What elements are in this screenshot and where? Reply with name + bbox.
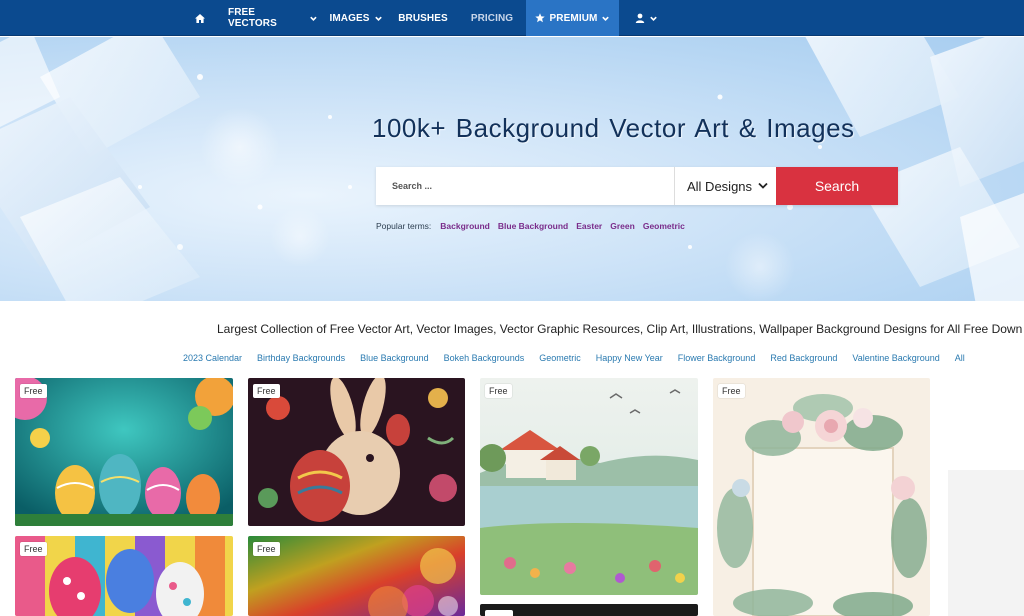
tag-link[interactable]: Red Background: [770, 353, 837, 365]
nav-label: PREMIUM: [549, 12, 598, 24]
collection-tagline: Largest Collection of Free Vector Art, V…: [217, 322, 1023, 336]
popular-term-link[interactable]: Blue Background: [498, 221, 568, 231]
free-badge: Free: [485, 384, 512, 398]
tag-link[interactable]: Geometric: [539, 353, 581, 365]
page: { "nav": { "items": [ {"label": "", "ico…: [0, 0, 1024, 616]
home-icon: [195, 13, 205, 23]
tag-link[interactable]: Bokeh Backgrounds: [444, 353, 525, 365]
bunny-illustration-image: [248, 378, 465, 526]
image-card[interactable]: Free: [248, 378, 465, 526]
tag-link[interactable]: Valentine Background: [852, 353, 939, 365]
nav-premium[interactable]: PREMIUM: [526, 0, 619, 36]
free-badge: Free: [718, 384, 745, 398]
select-value: All Designs: [687, 178, 753, 194]
popular-terms-label: Popular terms:: [376, 221, 432, 231]
tag-link[interactable]: Blue Background: [360, 353, 429, 365]
top-navbar: FREE VECTORS IMAGES BRUSHES PRICING PREM…: [0, 0, 1024, 36]
chevron-down-icon: [602, 16, 610, 21]
hero-banner: 100k+ Background Vector Art & Images All…: [0, 37, 1024, 301]
nav-label: BRUSHES: [398, 12, 448, 24]
image-card[interactable]: [480, 604, 698, 616]
free-badge: Free: [20, 542, 47, 556]
image-card[interactable]: Free: [15, 378, 233, 526]
tag-link[interactable]: Happy New Year: [596, 353, 663, 365]
nav-label: IMAGES: [329, 12, 370, 24]
striped-eggs-image: [15, 536, 233, 616]
nav-label: FREE VECTORS: [228, 7, 277, 29]
nav-account[interactable]: [628, 0, 664, 36]
popular-terms: Popular terms: Background Blue Backgroun…: [376, 220, 693, 232]
design-type-select[interactable]: All Designs: [674, 167, 776, 205]
watercolor-cottage-image: [480, 378, 698, 595]
chevron-down-icon: [310, 16, 317, 21]
popular-term-link[interactable]: Easter: [576, 221, 602, 231]
side-ad-panel: [948, 470, 1024, 616]
image-card[interactable]: Free: [15, 536, 233, 616]
free-badge: Free: [20, 384, 47, 398]
nav-free-vectors[interactable]: FREE VECTORS: [228, 0, 318, 36]
easter-eggs-image: [15, 378, 233, 526]
image-card[interactable]: Free: [713, 378, 930, 616]
star-icon: [534, 13, 545, 23]
floral-frame-image: [713, 378, 930, 616]
nav-images[interactable]: IMAGES: [326, 0, 386, 36]
tag-link[interactable]: Birthday Backgrounds: [257, 353, 345, 365]
search-button[interactable]: Search: [776, 167, 898, 205]
chevron-down-icon: [374, 16, 382, 21]
hero-title: 100k+ Background Vector Art & Images: [372, 113, 855, 143]
search-bar: All Designs Search: [376, 167, 898, 205]
tag-link[interactable]: All: [955, 353, 965, 365]
image-card[interactable]: Free: [480, 378, 698, 595]
tag-link[interactable]: 2023 Calendar: [183, 353, 242, 365]
popular-term-link[interactable]: Green: [610, 221, 635, 231]
nav-brushes[interactable]: BRUSHES: [396, 0, 450, 36]
popular-term-link[interactable]: Geometric: [643, 221, 685, 231]
chevron-down-icon: [758, 182, 768, 189]
category-tags: 2023 Calendar Birthday Backgrounds Blue …: [183, 353, 980, 365]
search-input[interactable]: [376, 167, 674, 205]
tag-link[interactable]: Flower Background: [678, 353, 756, 365]
free-badge: Free: [253, 384, 280, 398]
free-badge: Free: [253, 542, 280, 556]
nav-home[interactable]: [186, 0, 214, 36]
nav-label: PRICING: [470, 12, 514, 24]
nav-pricing[interactable]: PRICING: [466, 0, 518, 36]
free-badge: [485, 610, 513, 616]
chevron-down-icon: [649, 16, 657, 21]
popular-term-link[interactable]: Background: [440, 221, 490, 231]
image-card[interactable]: Free: [248, 536, 465, 616]
user-icon: [635, 13, 645, 23]
rainbow-bokeh-image: [248, 536, 465, 616]
